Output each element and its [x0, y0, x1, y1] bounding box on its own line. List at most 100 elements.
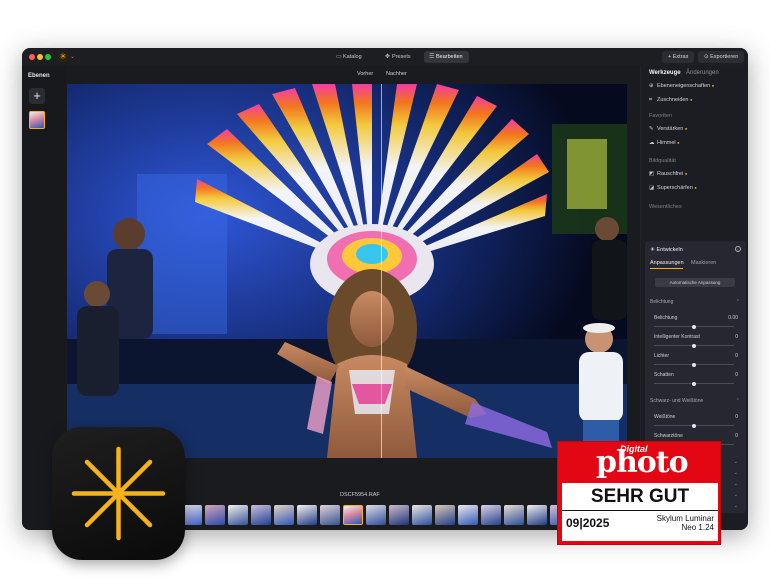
group-exposure[interactable]: Belichtung — [650, 299, 673, 305]
asterisk-logo-icon — [71, 446, 166, 541]
tool-enhance[interactable]: ✎ Verstärken ● — [649, 126, 687, 132]
exposure-slider[interactable] — [654, 324, 734, 329]
film-thumbnail[interactable] — [205, 505, 225, 525]
close-window-button[interactable] — [29, 54, 35, 60]
pro-badge-icon: ● — [711, 83, 715, 88]
film-thumbnail[interactable] — [435, 505, 455, 525]
film-thumbnail[interactable] — [458, 505, 478, 525]
tab-tools[interactable]: Werkzeuge — [649, 70, 681, 76]
crop-icon: ⌗ — [649, 97, 653, 103]
tab-bearbeiten[interactable]: ☰ Bearbeiten — [424, 51, 469, 63]
tab-changes[interactable]: Änderungen — [686, 70, 719, 76]
slider-value: 0 — [735, 334, 738, 340]
carnival-photo-image — [67, 84, 627, 458]
chevron-up-icon[interactable]: ⌃ — [736, 299, 740, 305]
film-thumbnail[interactable] — [297, 505, 317, 525]
tab-adjustments[interactable]: Anpassungen — [650, 260, 684, 266]
chevron-down-icon[interactable]: ⌄ — [734, 481, 738, 487]
shadows-slider[interactable] — [654, 381, 734, 386]
ai-badge-icon: ● — [684, 171, 688, 176]
badge-product-line-1: Skylum Luminar — [656, 514, 714, 523]
film-thumbnail[interactable] — [182, 505, 202, 525]
tool-layer-properties[interactable]: ⊕ Ebeneneigenschaften ● — [649, 83, 714, 89]
slider-value: 0.00 — [728, 315, 738, 321]
tab-katalog[interactable]: ▭Katalog — [331, 51, 368, 63]
sliders-icon: ☰ — [429, 54, 435, 60]
film-thumbnail[interactable] — [251, 505, 271, 525]
noise-icon: ◩ — [649, 171, 655, 177]
chevron-down-icon[interactable]: ⌄ — [70, 52, 75, 62]
tool-crop[interactable]: ⌗ Zuschneiden ● — [649, 97, 692, 104]
ai-badge-icon: ● — [677, 140, 680, 145]
chevron-down-icon[interactable]: ⌄ — [734, 470, 738, 476]
chevron-up-icon[interactable]: ⌃ — [736, 398, 740, 404]
tab-bearbeiten-label: Bearbeiten — [436, 54, 463, 60]
film-thumbnail[interactable] — [228, 505, 248, 525]
tool-supersharp[interactable]: ◪ Superschärfen ● — [649, 185, 697, 191]
ai-badge-icon: ● — [690, 97, 693, 102]
highlights-slider[interactable] — [654, 362, 734, 367]
group-black-white[interactable]: Schwarz- und Weißtöne — [650, 398, 703, 404]
slider-label: Intelligenter Kontrast — [654, 334, 700, 340]
tool-label: Zuschneiden — [657, 97, 689, 103]
auto-adjust-button[interactable]: Automatische Anpassung — [655, 278, 735, 287]
film-thumbnail[interactable] — [389, 505, 409, 525]
ai-badge-icon: ● — [684, 126, 688, 131]
add-layer-button[interactable]: + — [29, 88, 45, 104]
tool-label: Verstärken — [657, 126, 684, 132]
film-thumbnail[interactable] — [481, 505, 501, 525]
badge-issue-date: 09|2025 — [566, 516, 610, 530]
develop-header[interactable]: ☀ Entwickeln — [650, 247, 683, 253]
tab-masking[interactable]: Maskieren — [691, 260, 716, 266]
minimize-window-button[interactable] — [37, 54, 43, 60]
chevron-down-icon[interactable]: ⌄ — [734, 492, 738, 498]
canvas-header: Vorher Nachher — [66, 66, 640, 84]
presets-icon: ✥ — [385, 54, 391, 60]
smart-contrast-slider[interactable] — [654, 343, 734, 348]
tab-presets[interactable]: ✥ Presets — [380, 51, 417, 63]
luminar-app-icon — [52, 427, 185, 560]
tool-label: Himmel — [657, 140, 676, 146]
tool-noiseless[interactable]: ◩ Rauschfrei ● — [649, 171, 687, 177]
extras-button[interactable]: + Extras — [662, 51, 695, 63]
badge-photo-logo: photo — [596, 445, 689, 480]
export-button[interactable]: ⊙ Exportieren — [698, 51, 745, 63]
film-thumbnail[interactable] — [274, 505, 294, 525]
film-thumbnail[interactable] — [504, 505, 524, 525]
tool-label: Ebeneneigenschaften — [657, 83, 711, 89]
film-thumbnail[interactable] — [366, 505, 386, 525]
filename-label: DSCF5954.RAF — [340, 492, 380, 498]
layers-title: Ebenen — [28, 73, 50, 79]
info-icon[interactable]: i — [735, 246, 741, 252]
photo-canvas[interactable] — [67, 84, 627, 458]
whites-slider[interactable] — [654, 423, 734, 428]
promo-stage: ✳ ⌄ ▭Katalog ✥ Presets ☰ Bearbeiten + Extr… — [0, 0, 770, 578]
before-after-divider[interactable] — [381, 84, 382, 458]
chevron-down-icon[interactable]: ⌄ — [734, 503, 738, 509]
badge-verdict: SEHR GUT — [590, 486, 690, 507]
layer-properties-icon: ⊕ — [649, 83, 654, 89]
slider-knob[interactable] — [692, 343, 696, 348]
slider-knob[interactable] — [692, 423, 696, 428]
film-thumbnail[interactable] — [320, 505, 340, 525]
slider-knob[interactable] — [692, 362, 696, 367]
slider-value: 0 — [735, 372, 738, 378]
sun-icon: ☀ — [650, 247, 655, 253]
app-menu-logo-icon[interactable]: ✳ — [58, 52, 68, 62]
before-label: Vorher — [357, 71, 374, 77]
layer-thumbnail[interactable] — [29, 111, 45, 129]
slider-value: 0 — [735, 433, 738, 439]
film-thumbnail-selected[interactable] — [343, 505, 363, 525]
export-icon: ⊙ — [704, 54, 709, 60]
slider-knob[interactable] — [692, 324, 696, 329]
chevron-down-icon[interactable]: ⌄ — [734, 459, 738, 465]
tool-sky[interactable]: ☁ Himmel ● — [649, 140, 680, 146]
slider-label: Belichtung — [654, 315, 678, 321]
tab-katalog-label: Katalog — [343, 54, 362, 60]
film-thumbnail[interactable] — [527, 505, 547, 525]
export-label: Exportieren — [710, 54, 739, 60]
film-thumbnail[interactable] — [412, 505, 432, 525]
zoom-window-button[interactable] — [45, 54, 51, 60]
tool-label: Superschärfen — [657, 185, 693, 191]
slider-knob[interactable] — [692, 381, 696, 386]
